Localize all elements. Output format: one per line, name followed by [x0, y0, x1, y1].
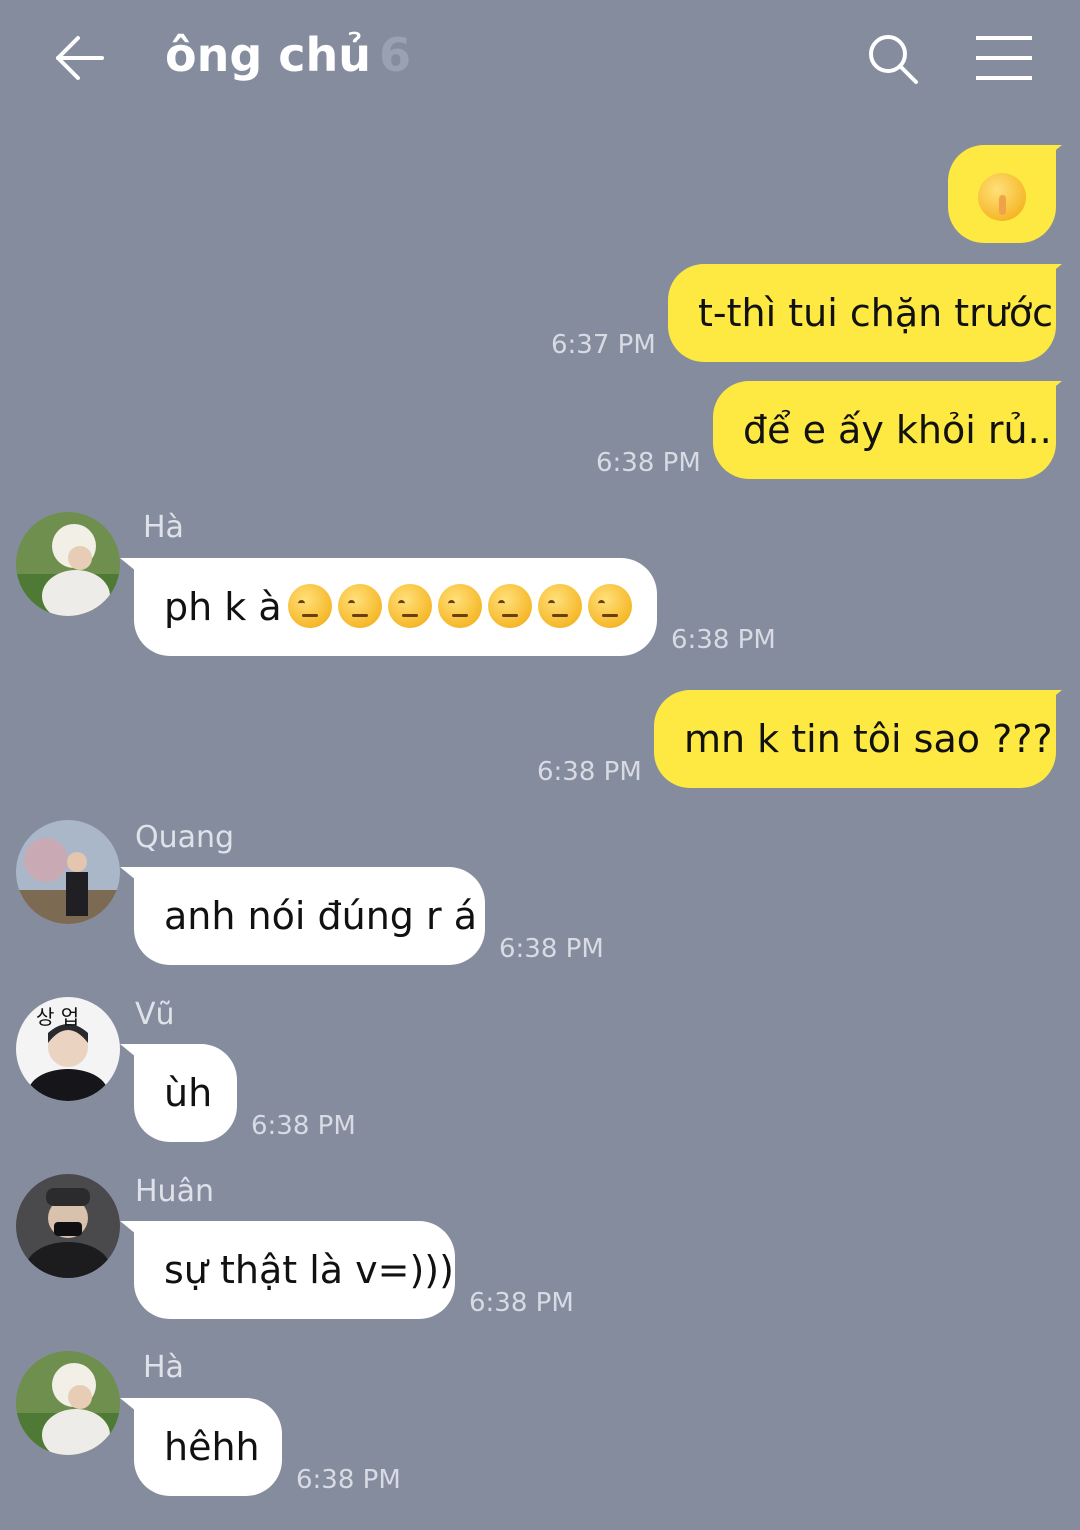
- message-time: 6:38 PM: [469, 1288, 574, 1318]
- message-text: sự thật là v=))): [164, 1248, 454, 1292]
- message-text: hêhh: [164, 1425, 260, 1469]
- message-time: 6:38 PM: [251, 1111, 356, 1141]
- raised-eyebrow-emoji: [337, 584, 382, 628]
- message-time: 6:38 PM: [596, 448, 701, 478]
- sender-name: Hà: [143, 1350, 184, 1385]
- message-time: 6:38 PM: [499, 934, 604, 964]
- avatar-huan[interactable]: [16, 1174, 120, 1278]
- avatar-quang-image: [16, 820, 120, 924]
- message-text: ùh: [164, 1071, 213, 1115]
- bubble-tail: [1040, 264, 1062, 282]
- avatar-huan-image: [16, 1174, 120, 1278]
- message-bubble-incoming[interactable]: sự thật là v=))): [134, 1221, 455, 1319]
- search-icon: [869, 35, 918, 84]
- chat-title[interactable]: ông chủ 6: [165, 28, 411, 82]
- message-text: t-thì tui chặn trước: [698, 291, 1054, 335]
- avatar-ha[interactable]: [16, 1351, 120, 1455]
- sender-name: Huân: [135, 1174, 214, 1209]
- raised-eyebrow-emoji: [387, 584, 432, 628]
- raised-eyebrow-emoji: [287, 584, 332, 628]
- search-button[interactable]: [862, 28, 926, 92]
- message-time: 6:38 PM: [671, 625, 776, 655]
- message-text: để e ấy khỏi rủ..: [743, 408, 1052, 452]
- message-bubble-outgoing[interactable]: để e ấy khỏi rủ..: [713, 381, 1056, 479]
- chat-name: ông chủ: [165, 28, 372, 82]
- bubble-tail: [1040, 381, 1062, 399]
- message-time: 6:37 PM: [551, 330, 656, 360]
- bubble-tail: [1040, 145, 1062, 163]
- avatar-ha-image: [16, 512, 120, 616]
- bubble-tail: [1040, 690, 1062, 708]
- message-text: mn k tin tôi sao ???: [684, 717, 1053, 761]
- sender-name: Quang: [135, 820, 235, 855]
- message-text: ph k à: [164, 585, 282, 629]
- chat-header: ông chủ 6: [0, 0, 1080, 118]
- menu-button[interactable]: [970, 30, 1038, 86]
- message-time: 6:38 PM: [537, 757, 642, 787]
- arrow-left-icon: [56, 36, 104, 80]
- avatar-vu[interactable]: 상 업: [16, 997, 120, 1101]
- message-bubble-incoming[interactable]: hêhh: [134, 1398, 282, 1496]
- message-bubble-outgoing[interactable]: t-thì tui chặn trước: [668, 264, 1056, 362]
- shushing-face-emoji: [978, 172, 1026, 221]
- sender-name: Hà: [143, 510, 184, 545]
- message-bubble-outgoing[interactable]: mn k tin tôi sao ???: [654, 690, 1056, 788]
- back-button[interactable]: [50, 28, 110, 88]
- raised-eyebrow-emoji: [537, 584, 582, 628]
- hamburger-menu-icon: [976, 36, 1032, 80]
- raised-eyebrow-emoji: [437, 584, 482, 628]
- message-time: 6:38 PM: [296, 1465, 401, 1495]
- message-text: anh nói đúng r á: [164, 894, 477, 938]
- message-bubble-incoming[interactable]: ùh: [134, 1044, 237, 1142]
- message-bubble-incoming[interactable]: anh nói đúng r á: [134, 867, 485, 965]
- avatar-quang[interactable]: [16, 820, 120, 924]
- avatar-ha-image: [16, 1351, 120, 1455]
- sender-name: Vũ: [135, 997, 175, 1032]
- message-bubble-incoming[interactable]: ph k à: [134, 558, 657, 656]
- member-count: 6: [379, 28, 412, 82]
- raised-eyebrow-emoji: [587, 584, 632, 628]
- raised-eyebrow-emoji: [487, 584, 532, 628]
- avatar-ha[interactable]: [16, 512, 120, 616]
- avatar-caption: 상 업: [36, 1005, 80, 1029]
